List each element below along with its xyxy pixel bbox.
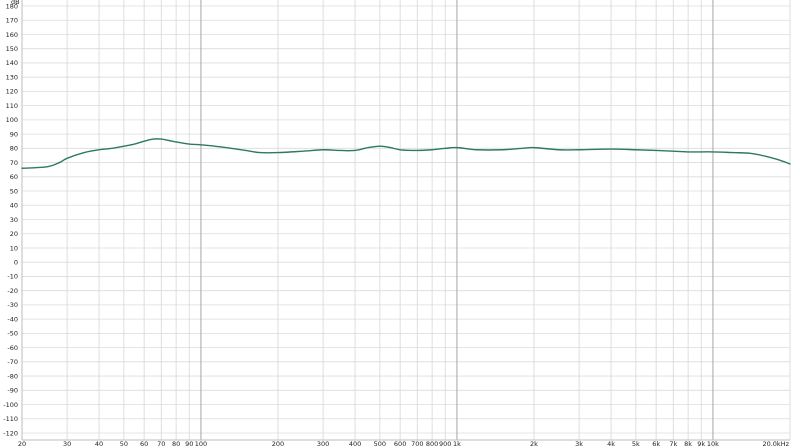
y-tick-label: -70 bbox=[7, 358, 18, 366]
x-tick-label: 20 bbox=[18, 440, 26, 448]
y-tick-label: 130 bbox=[6, 73, 18, 81]
x-tick-label: 6k bbox=[652, 440, 660, 448]
y-tick-label: -110 bbox=[3, 415, 18, 423]
x-tick-label: 7k bbox=[669, 440, 677, 448]
x-tick-label: 10k bbox=[707, 440, 719, 448]
x-tick-label: 800 bbox=[426, 440, 438, 448]
y-tick-label: 80 bbox=[10, 145, 18, 153]
x-tick-label: 700 bbox=[411, 440, 423, 448]
x-tick-label: 200 bbox=[272, 440, 284, 448]
y-tick-label: 110 bbox=[6, 102, 18, 110]
y-tick-label: 50 bbox=[10, 187, 18, 195]
x-tick-label: 80 bbox=[172, 440, 180, 448]
y-tick-label: 170 bbox=[6, 17, 18, 25]
y-tick-label: 180 bbox=[6, 2, 18, 10]
x-tick-label: 500 bbox=[374, 440, 386, 448]
frequency-response-chart: dB 180 170 160 150 140 130 120 110 100 90 80 70 60 50… bbox=[0, 0, 800, 448]
y-tick-label: -10 bbox=[7, 273, 18, 281]
y-tick-label: -40 bbox=[7, 315, 18, 323]
x-tick-label: 90 bbox=[185, 440, 193, 448]
x-tick-label: 2k bbox=[530, 440, 538, 448]
y-tick-label: 140 bbox=[6, 59, 18, 67]
x-tick-label: 50 bbox=[120, 440, 128, 448]
x-tick-label: 30 bbox=[63, 440, 71, 448]
x-tick-label: 40 bbox=[95, 440, 103, 448]
y-tick-label: 30 bbox=[10, 216, 18, 224]
y-tick-label: 60 bbox=[10, 173, 18, 181]
y-tick-label: -60 bbox=[7, 344, 18, 352]
x-tick-label: 4k bbox=[607, 440, 615, 448]
x-tick-label: 1k bbox=[453, 440, 461, 448]
x-tick-label: 3k bbox=[575, 440, 583, 448]
x-tick-label: 8k bbox=[684, 440, 692, 448]
y-tick-label: 10 bbox=[10, 244, 18, 252]
y-tick-label: -90 bbox=[7, 387, 18, 395]
y-tick-label: -120 bbox=[3, 429, 18, 437]
x-tick-label: 300 bbox=[317, 440, 329, 448]
y-tick-label: 120 bbox=[6, 88, 18, 96]
y-tick-label: -20 bbox=[7, 287, 18, 295]
y-tick-label: -80 bbox=[7, 372, 18, 380]
y-tick-label: 0 bbox=[14, 259, 18, 267]
y-tick-label: 160 bbox=[6, 31, 18, 39]
y-tick-label: 90 bbox=[10, 130, 18, 138]
y-tick-label: 40 bbox=[10, 202, 18, 210]
x-tick-label: 600 bbox=[394, 440, 406, 448]
y-tick-label: -100 bbox=[3, 401, 18, 409]
y-tick-label: 20 bbox=[10, 230, 18, 238]
x-tick-label: 20.0kHz bbox=[762, 440, 789, 448]
x-tick-label: 60 bbox=[140, 440, 148, 448]
y-tick-label: -30 bbox=[7, 301, 18, 309]
y-tick-label: -50 bbox=[7, 330, 18, 338]
x-tick-label: 9k bbox=[697, 440, 705, 448]
y-tick-label: 70 bbox=[10, 159, 18, 167]
x-tick-label: 70 bbox=[157, 440, 165, 448]
x-tick-label: 900 bbox=[439, 440, 451, 448]
x-tick-label: 400 bbox=[349, 440, 361, 448]
y-tick-label: 100 bbox=[6, 116, 18, 124]
x-tick-label: 100 bbox=[195, 440, 207, 448]
chart-svg: dB 1801701601501401301201101009080706050… bbox=[0, 0, 800, 448]
x-tick-label: 5k bbox=[632, 440, 640, 448]
y-tick-label: 150 bbox=[6, 45, 18, 53]
